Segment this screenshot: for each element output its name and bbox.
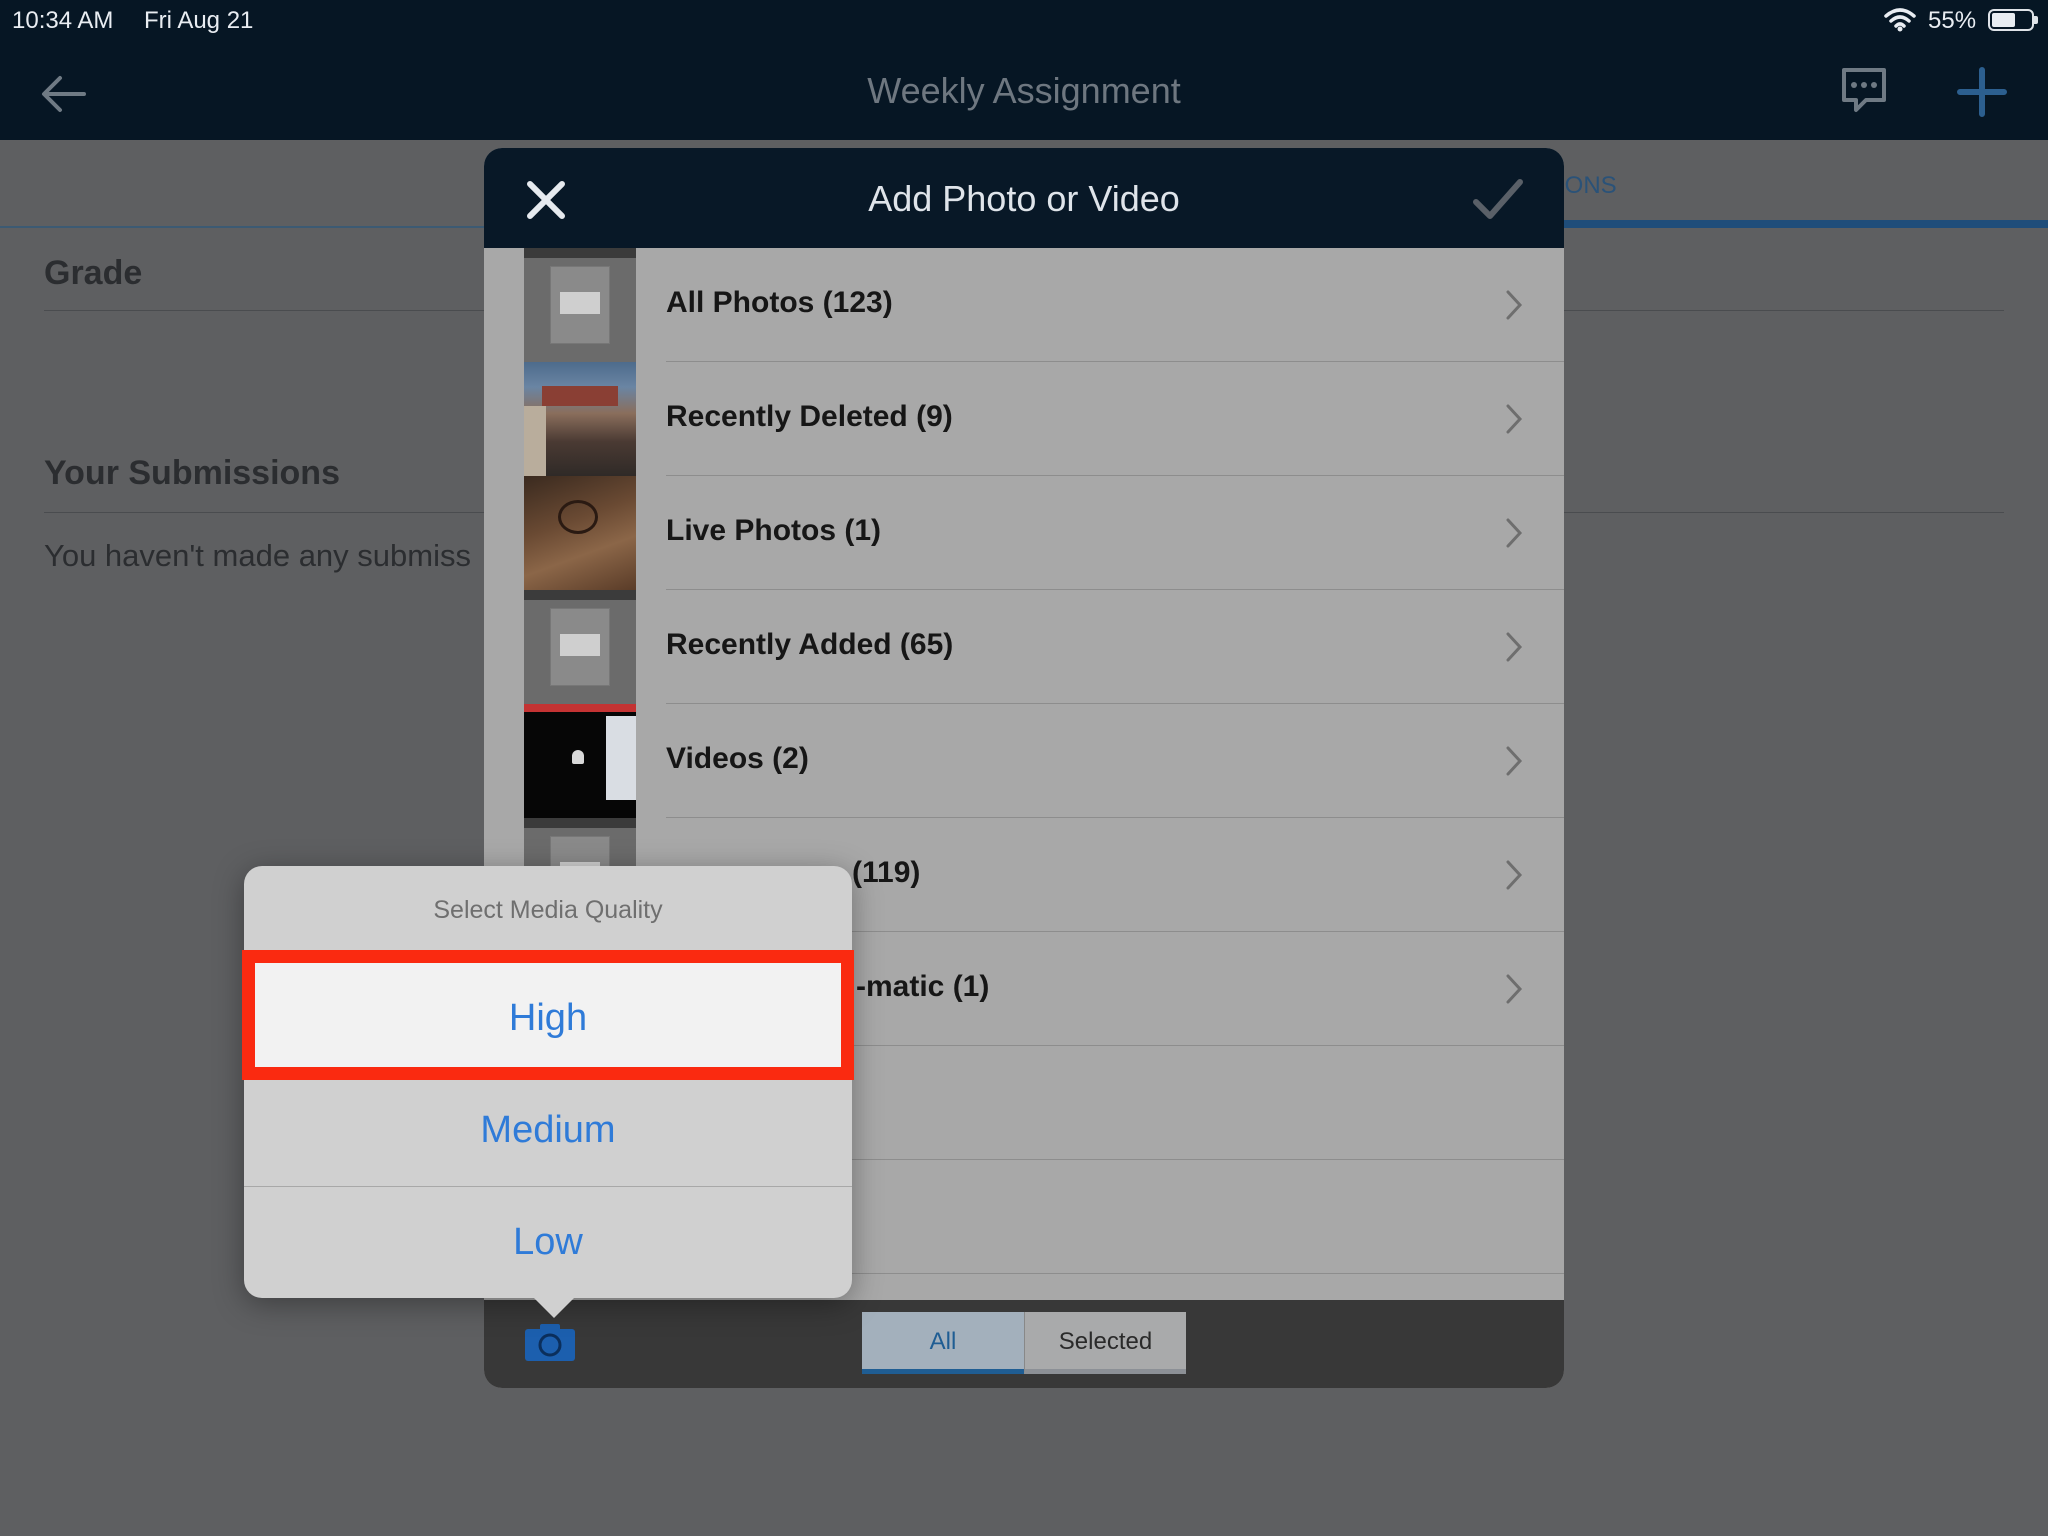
album-thumbnail <box>524 362 636 476</box>
segment-selected[interactable]: Selected <box>1024 1312 1186 1374</box>
album-row[interactable]: Recently Deleted (9) <box>484 362 1564 476</box>
submissions-empty-text: You haven't made any submiss <box>44 538 471 573</box>
quality-option-medium[interactable]: Medium <box>244 1074 852 1186</box>
chevron-right-icon <box>1506 632 1523 662</box>
grade-heading: Grade <box>44 254 143 292</box>
modal-title: Add Photo or Video <box>868 178 1180 219</box>
album-thumbnail <box>524 248 636 362</box>
battery-percent: 55% <box>1928 7 1977 34</box>
chevron-right-icon <box>1506 404 1523 434</box>
album-row[interactable]: Videos (2) <box>484 704 1564 818</box>
album-row[interactable]: All Photos (123) <box>484 248 1564 362</box>
tab-label[interactable]: IONS <box>1558 172 1617 200</box>
popover-arrow <box>532 1296 576 1318</box>
album-label: Live Photos (1) <box>666 514 882 547</box>
album-thumbnail <box>524 590 636 704</box>
chevron-right-icon <box>1506 746 1523 776</box>
camera-icon[interactable] <box>524 1322 576 1362</box>
modal-header: Add Photo or Video <box>484 148 1564 248</box>
highlight-box <box>242 950 854 1080</box>
message-bubble-icon[interactable] <box>1838 64 1890 116</box>
chevron-right-icon <box>1506 518 1523 548</box>
chevron-right-icon <box>1506 860 1523 890</box>
checkmark-icon[interactable] <box>1472 176 1524 224</box>
navigation-bar: Weekly Assignment <box>0 42 2048 140</box>
submissions-heading: Your Submissions <box>44 454 340 492</box>
album-label: Recently Deleted (9) <box>666 400 953 433</box>
album-label: Videos (2) <box>666 742 809 775</box>
album-label: Recently Added (65) <box>666 628 954 661</box>
page-title: Weekly Assignment <box>867 70 1181 111</box>
segment-all[interactable]: All <box>862 1312 1024 1374</box>
wifi-icon <box>1884 8 1916 32</box>
battery-icon <box>1988 9 2038 31</box>
chevron-right-icon <box>1506 974 1523 1004</box>
status-bar: 10:34 AM Fri Aug 21 55% <box>0 0 2048 42</box>
album-row[interactable]: Live Photos (1) <box>484 476 1564 590</box>
quality-option-low[interactable]: Low <box>244 1186 852 1298</box>
modal-footer-toolbar: All Selected <box>484 1300 1564 1388</box>
plus-icon[interactable] <box>1956 66 2008 118</box>
album-row[interactable]: Recently Added (65) <box>484 590 1564 704</box>
album-thumbnail <box>524 704 636 818</box>
status-time: 10:34 AM <box>12 7 114 34</box>
album-label: -matic (1) <box>856 970 990 1003</box>
chevron-right-icon <box>1506 290 1523 320</box>
status-date: Fri Aug 21 <box>144 7 254 34</box>
album-label: All Photos (123) <box>666 286 893 319</box>
album-label: (119) <box>852 856 921 889</box>
media-quality-popover: Select Media Quality High Medium Low <box>242 866 854 1298</box>
album-thumbnail <box>524 476 636 590</box>
popover-title: Select Media Quality <box>433 896 663 924</box>
